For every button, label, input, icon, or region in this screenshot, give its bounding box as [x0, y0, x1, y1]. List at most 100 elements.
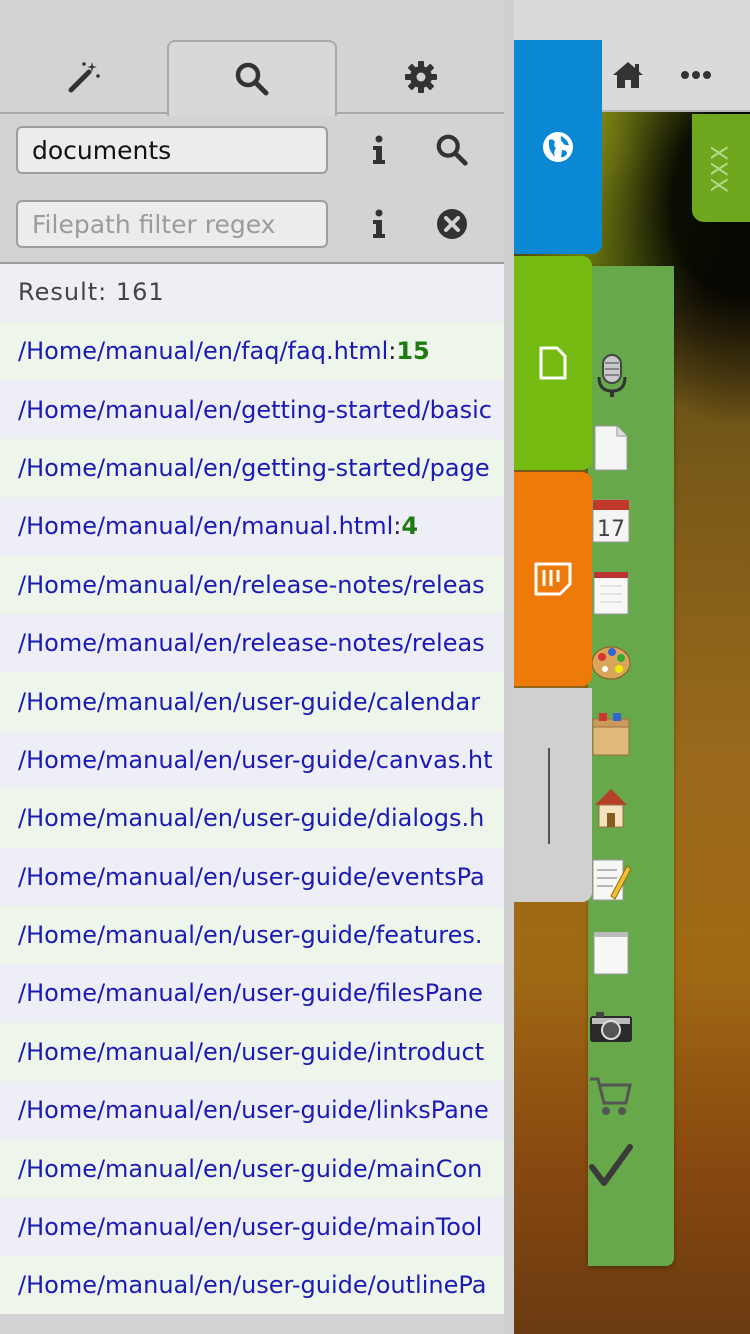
list-item[interactable]: /Home/manual/en/user-guide/dialogs.h: [0, 789, 504, 848]
list-item[interactable]: /Home/manual/en/user-guide/linksPane: [0, 1081, 504, 1140]
pencil-note-icon: [592, 859, 631, 901]
tab-underline: [335, 112, 504, 114]
xxx-side-tab[interactable]: XXX: [692, 114, 750, 222]
svg-text:17: 17: [597, 517, 625, 542]
result-path-link[interactable]: /Home/manual/en/user-guide/outlinePa: [18, 1271, 486, 1299]
cart-icon: [590, 1077, 632, 1115]
list-item[interactable]: /Home/manual/en/user-guide/canvas.ht: [0, 730, 504, 790]
filter-clear-button[interactable]: [430, 202, 474, 246]
search-input[interactable]: [16, 126, 328, 174]
result-path-link[interactable]: /Home/manual/en/user-guide/features.: [18, 921, 483, 949]
note-icon: [539, 346, 567, 380]
blank-note-icon: [593, 932, 629, 975]
camera-icon: [590, 1012, 632, 1042]
tab-underline: [0, 112, 169, 114]
camera-button[interactable]: [588, 1000, 634, 1052]
result-path-link[interactable]: /Home/manual/en/user-guide/introduct: [18, 1038, 484, 1066]
tab-tools[interactable]: [0, 40, 167, 114]
result-path-link[interactable]: /Home/manual/en/user-guide/eventsPa: [18, 863, 485, 891]
document-icon: [594, 425, 628, 471]
tab-search[interactable]: [167, 40, 337, 116]
filter-info-button[interactable]: [357, 202, 401, 246]
list-item[interactable]: /Home/manual/en/user-guide/features.: [0, 905, 504, 965]
list-item[interactable]: /Home/manual/en/user-guide/mainTool: [0, 1197, 504, 1257]
tab-settings[interactable]: [337, 40, 504, 114]
list-item[interactable]: /Home/manual/en/faq/faq.html : 15: [0, 322, 504, 381]
result-path-link[interactable]: /Home/manual/en/release-notes/releas: [18, 629, 485, 657]
xxx-tab-label: XXX: [708, 143, 734, 193]
home-button[interactable]: [608, 55, 648, 95]
results-area: Result: 161 /Home/manual/en/faq/faq.html…: [0, 262, 504, 1314]
result-path-link[interactable]: /Home/manual/en/user-guide/mainCon: [18, 1155, 482, 1183]
list-item[interactable]: /Home/manual/en/user-guide/mainCon: [0, 1139, 504, 1198]
list-item[interactable]: /Home/manual/en/user-guide/filesPane: [0, 964, 504, 1023]
panel-resize-handle[interactable]: [514, 688, 592, 902]
house-icon: [595, 789, 627, 828]
list-item[interactable]: /Home/manual/en/user-guide/eventsPa: [0, 847, 504, 906]
box-button[interactable]: [588, 708, 634, 760]
globe-tab[interactable]: [514, 40, 602, 254]
handle-grip: [548, 748, 550, 844]
result-path-link[interactable]: /Home/manual/en/user-guide/dialogs.h: [18, 804, 484, 832]
list-item[interactable]: /Home/manual/en/user-guide/calendar: [0, 672, 504, 731]
result-path-link[interactable]: /Home/manual/en/manual.html: [18, 512, 393, 540]
list-item[interactable]: /Home/manual/en/release-notes/releas: [0, 555, 504, 614]
result-path-link[interactable]: /Home/manual/en/user-guide/filesPane: [18, 979, 483, 1007]
result-path-link[interactable]: /Home/manual/en/getting-started/basic: [18, 396, 492, 424]
calendar-button[interactable]: 17: [588, 494, 634, 546]
sticky-note-tab[interactable]: [514, 472, 592, 686]
result-separator: :: [393, 512, 402, 541]
search-panel: Result: 161 /Home/manual/en/faq/faq.html…: [0, 0, 504, 1334]
search-submit-button[interactable]: [430, 128, 474, 172]
info-icon: [373, 209, 385, 238]
checkmark-button[interactable]: [588, 1140, 634, 1192]
list-item[interactable]: /Home/manual/en/getting-started/basic: [0, 380, 504, 439]
list-item[interactable]: /Home/manual/en/user-guide/outlinePa: [0, 1256, 504, 1314]
result-path-link[interactable]: /Home/manual/en/user-guide/calendar: [18, 688, 480, 716]
notepad-icon: [593, 572, 629, 615]
result-count: Result: 161: [18, 278, 165, 306]
clear-icon: [437, 209, 467, 239]
search-icon: [235, 62, 269, 96]
panel-tab-bar: [0, 40, 504, 116]
checkmark-icon: [589, 1144, 633, 1186]
gear-icon: [404, 61, 437, 93]
search-icon: [436, 134, 468, 166]
result-path-link[interactable]: /Home/manual/en/user-guide/linksPane: [18, 1096, 489, 1124]
result-path-link[interactable]: /Home/manual/en/user-guide/canvas.ht: [18, 746, 493, 774]
list-item[interactable]: /Home/manual/en/user-guide/introduct: [0, 1022, 504, 1082]
match-count: 4: [401, 512, 419, 541]
home-icon: [613, 62, 643, 88]
result-list: /Home/manual/en/faq/faq.html : 15 /Home/…: [0, 322, 504, 1314]
result-path-link[interactable]: /Home/manual/en/faq/faq.html: [18, 337, 388, 365]
notepad-button[interactable]: [588, 566, 634, 618]
sticky-note-icon: [534, 562, 572, 596]
result-path-link[interactable]: /Home/manual/en/user-guide/mainTool: [18, 1213, 482, 1241]
match-count: 15: [396, 337, 430, 366]
result-separator: :: [388, 337, 397, 366]
result-path-link[interactable]: /Home/manual/en/release-notes/releas: [18, 571, 485, 599]
microphone-button[interactable]: [588, 350, 634, 402]
cart-button[interactable]: [588, 1070, 634, 1122]
list-item[interactable]: /Home/manual/en/getting-started/page: [0, 438, 504, 498]
search-info-button[interactable]: [357, 128, 401, 172]
calendar-icon: 17: [592, 499, 630, 543]
pencil-note-button[interactable]: [588, 854, 634, 906]
box-icon: [592, 713, 630, 756]
blank-note-button[interactable]: [588, 926, 634, 978]
document-button[interactable]: [588, 422, 634, 474]
list-item[interactable]: /Home/manual/en/manual.html : 4: [0, 497, 504, 556]
globe-icon: [543, 132, 573, 162]
info-icon: [373, 135, 385, 164]
note-tab[interactable]: [514, 256, 592, 470]
filepath-filter-input[interactable]: [16, 200, 328, 248]
list-item[interactable]: /Home/manual/en/release-notes/releas: [0, 613, 504, 673]
house-button[interactable]: [588, 782, 634, 834]
divider-strip: [504, 0, 514, 1334]
more-icon: [681, 71, 711, 79]
palette-button[interactable]: [588, 636, 634, 688]
microphone-icon: [597, 354, 627, 397]
palette-icon: [591, 646, 631, 680]
result-path-link[interactable]: /Home/manual/en/getting-started/page: [18, 454, 490, 482]
more-button[interactable]: [676, 55, 716, 95]
